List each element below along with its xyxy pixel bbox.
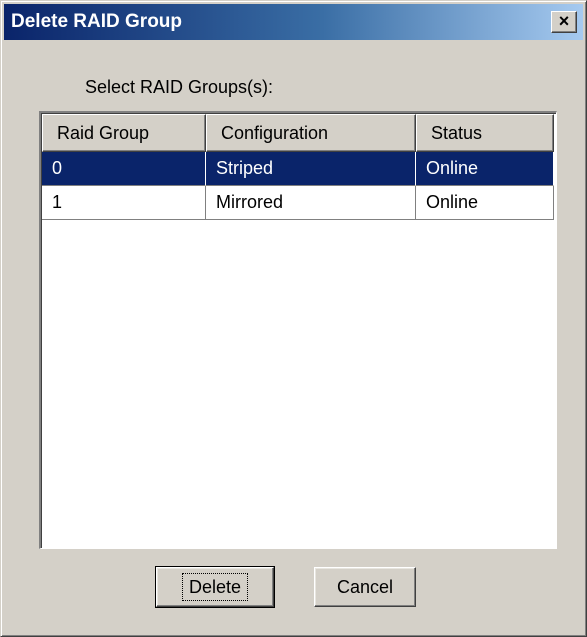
delete-button-label: Delete bbox=[181, 573, 249, 601]
cell-configuration: Mirrored bbox=[206, 186, 416, 220]
table-header: Raid Group Configuration Status bbox=[42, 114, 556, 152]
cell-status: Online bbox=[416, 186, 554, 220]
cancel-button[interactable]: Cancel bbox=[314, 567, 416, 607]
close-icon: × bbox=[558, 11, 570, 31]
delete-button[interactable]: Delete bbox=[155, 566, 275, 608]
column-header-configuration[interactable]: Configuration bbox=[206, 114, 416, 152]
title-bar[interactable]: Delete RAID Group × bbox=[4, 4, 583, 40]
cell-raid-group: 0 bbox=[42, 152, 206, 186]
select-prompt-label: Select RAID Groups(s): bbox=[85, 77, 274, 97]
raid-group-table: Raid Group Configuration Status 0 Stripe… bbox=[39, 111, 557, 549]
table-row[interactable]: 1 Mirrored Online bbox=[42, 186, 554, 220]
cell-status: Online bbox=[416, 152, 554, 186]
delete-raid-group-dialog: Delete RAID Group × Select RAID Groups(s… bbox=[0, 0, 587, 637]
table-row[interactable]: 0 Striped Online bbox=[42, 152, 554, 186]
cell-configuration: Striped bbox=[206, 152, 416, 186]
column-header-raid-group[interactable]: Raid Group bbox=[42, 114, 206, 152]
close-button[interactable]: × bbox=[551, 11, 577, 33]
cell-raid-group: 1 bbox=[42, 186, 206, 220]
window-title: Delete RAID Group bbox=[11, 11, 183, 32]
column-header-status[interactable]: Status bbox=[416, 114, 554, 152]
